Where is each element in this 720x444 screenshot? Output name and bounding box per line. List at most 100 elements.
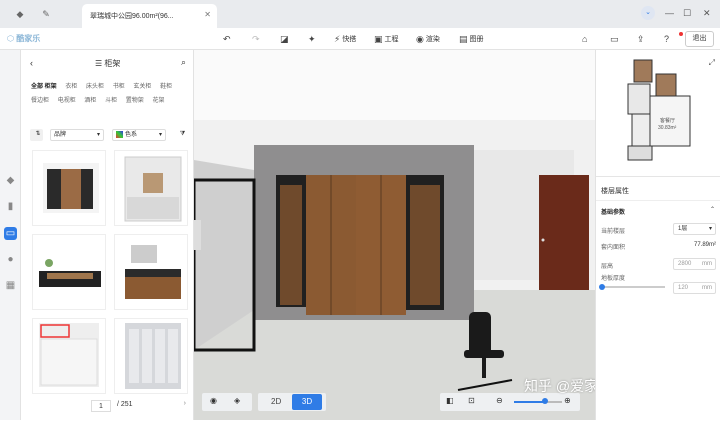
- zoom-in-icon[interactable]: ⊕: [564, 396, 571, 405]
- product-thumbnail: [124, 156, 182, 222]
- product-card[interactable]: [32, 150, 106, 226]
- document-tab[interactable]: 翠瑞城中公园96.00m²(96... ✕: [82, 4, 217, 28]
- drawings-button[interactable]: ▤ 图册: [459, 32, 484, 46]
- home-icon: ⌂: [582, 34, 588, 44]
- category-item[interactable]: 餐边柜: [31, 94, 49, 108]
- sort-icon[interactable]: ⇅: [30, 129, 43, 141]
- nav-cube-icon[interactable]: ◆: [4, 174, 17, 187]
- document-tab-title: 翠瑞城中公园96.00m²(96...: [90, 13, 174, 20]
- area-value: 77.89m²: [693, 242, 716, 248]
- slab-slider-thumb[interactable]: [599, 284, 605, 290]
- help-button[interactable]: ?: [664, 32, 669, 46]
- maximize-icon[interactable]: ☐: [683, 8, 691, 19]
- undo-button[interactable]: ↶: [223, 32, 231, 46]
- window-close-icon[interactable]: ✕: [703, 8, 711, 19]
- tools-button[interactable]: ✦: [308, 32, 316, 46]
- upload-button[interactable]: ⇪: [637, 32, 645, 46]
- category-item[interactable]: 玄关柜: [133, 80, 151, 94]
- eye-icon[interactable]: ◉: [210, 396, 217, 405]
- next-page-icon[interactable]: ›: [184, 400, 186, 407]
- camera-icon: ◉: [416, 33, 424, 44]
- category-item[interactable]: 斗柜: [105, 94, 117, 108]
- save-icon: ▭: [610, 33, 619, 44]
- product-thumbnail: [125, 245, 181, 299]
- color-filter[interactable]: 色系 ▾: [112, 129, 166, 141]
- properties-panel: 客餐厅 30.83m² ⤢ 楼层属性 基础参数 ⌃ 当前楼层 1层 ▾ 套内面积 …: [595, 50, 720, 420]
- product-card[interactable]: [114, 150, 188, 226]
- 3d-viewport[interactable]: ◉ ◈ 2D 3D ◧ ⊡ ⊖ ⊕: [194, 50, 595, 420]
- category-item[interactable]: 书柜: [113, 80, 125, 94]
- eraser-button[interactable]: ◪: [280, 32, 289, 46]
- slab-input[interactable]: 120 mm: [673, 282, 716, 294]
- bookmark-icon[interactable]: ◆: [14, 8, 26, 20]
- product-thumbnail: [39, 259, 101, 287]
- minimap-room-label: 客餐厅: [660, 118, 676, 124]
- category-item[interactable]: 花架: [152, 94, 164, 108]
- product-card[interactable]: [32, 234, 106, 310]
- redo-button[interactable]: ↷: [252, 32, 260, 46]
- product-thumbnail: [125, 323, 181, 389]
- catalog-panel: ‹ ☰ 柜架 ⌕ 全部 柜架 衣柜 床头柜 书柜 玄关柜 鞋柜 餐边柜 电视柜 …: [21, 50, 194, 420]
- filter-icon[interactable]: ⧩: [174, 129, 188, 141]
- floor-select[interactable]: 1层 ▾: [673, 223, 716, 235]
- engineering-button[interactable]: ▣ 工程: [374, 32, 399, 46]
- floorplan-thumbnail: [627, 59, 691, 161]
- home-button[interactable]: ⌂: [582, 32, 587, 46]
- download-icon[interactable]: ⌄: [641, 6, 655, 20]
- browser-tab-bar: ◆ ✎ 翠瑞城中公园96.00m²(96... ✕ ⌄ — ☐ ✕: [0, 0, 720, 28]
- height-row: 层高 2800 mm: [601, 258, 716, 270]
- nav-tool-icon[interactable]: ▦: [4, 279, 17, 292]
- panel-title: ☰ 柜架: [95, 59, 121, 68]
- fit-icon[interactable]: ⊡: [468, 396, 475, 405]
- camera-icon[interactable]: ◧: [446, 396, 454, 405]
- zoom-slider-thumb[interactable]: [542, 398, 548, 404]
- minimap[interactable]: 客餐厅 30.83m² ⤢: [596, 50, 720, 177]
- room-render: [194, 50, 595, 420]
- properties-title: 楼层属性: [601, 188, 629, 195]
- search-icon[interactable]: ⌕: [181, 57, 186, 68]
- brand-filter[interactable]: 品牌 ▾: [50, 129, 104, 141]
- product-card[interactable]: [114, 234, 188, 310]
- page-total: / 251: [117, 401, 133, 408]
- help-icon: ?: [664, 34, 670, 44]
- floor-row: 当前楼层 1层 ▾: [601, 223, 716, 235]
- close-icon[interactable]: ✕: [204, 10, 211, 19]
- main-toolbar: ⬡ 酷家乐 ↶ ↷ ◪ ✦ ⚡ 快搭 ▣ 工程 ◉ 渲染 ▤ 图册 ⌂ ▭ ⇪ ? 退出: [0, 28, 720, 50]
- view-3d-button[interactable]: 3D: [292, 394, 322, 410]
- category-item[interactable]: 酒柜: [84, 94, 96, 108]
- category-item[interactable]: 电视柜: [58, 94, 76, 108]
- collapse-icon[interactable]: ⌃: [710, 206, 715, 213]
- quick-build-button[interactable]: ⚡ 快搭: [334, 32, 356, 46]
- nav-user-icon[interactable]: ●: [4, 253, 17, 266]
- back-icon[interactable]: ‹: [30, 58, 33, 68]
- minimize-icon[interactable]: —: [665, 8, 674, 18]
- zoom-out-icon[interactable]: ⊖: [496, 396, 503, 405]
- nav-door-icon[interactable]: ▮: [4, 200, 17, 213]
- exit-button[interactable]: 退出: [685, 31, 714, 47]
- expand-icon[interactable]: ⤢: [709, 58, 715, 68]
- page-input[interactable]: 1: [91, 400, 111, 412]
- save-button[interactable]: ▭: [610, 32, 619, 46]
- left-nav: ◆ ▮ ▭ ● ▦: [0, 50, 21, 420]
- category-item[interactable]: 衣柜: [65, 80, 77, 94]
- redo-icon: ↷: [252, 33, 260, 44]
- nav-furniture-icon[interactable]: ▭: [4, 227, 17, 240]
- app-logo: ⬡ 酷家乐: [7, 34, 41, 43]
- area-row: 套内面积 77.89m²: [601, 242, 716, 251]
- category-item[interactable]: 鞋柜: [160, 80, 172, 94]
- category-item[interactable]: 床头柜: [86, 80, 104, 94]
- pin-icon[interactable]: ✎: [40, 8, 52, 20]
- view-mode-toggle: 2D 3D: [258, 393, 326, 411]
- category-item[interactable]: 全部 柜架: [31, 80, 57, 94]
- product-card[interactable]: [114, 318, 188, 394]
- product-card[interactable]: [32, 318, 106, 394]
- slab-slider[interactable]: [601, 286, 665, 288]
- height-input[interactable]: 2800 mm: [673, 258, 716, 270]
- product-thumbnail: [39, 323, 99, 387]
- notification-dot: [679, 32, 683, 36]
- category-item[interactable]: 置物架: [126, 94, 144, 108]
- cube-view-icon[interactable]: ◈: [234, 396, 240, 405]
- render-button[interactable]: ◉ 渲染: [416, 32, 440, 46]
- view-2d-button[interactable]: 2D: [271, 397, 281, 406]
- minimap-room-area: 30.83m²: [658, 125, 677, 131]
